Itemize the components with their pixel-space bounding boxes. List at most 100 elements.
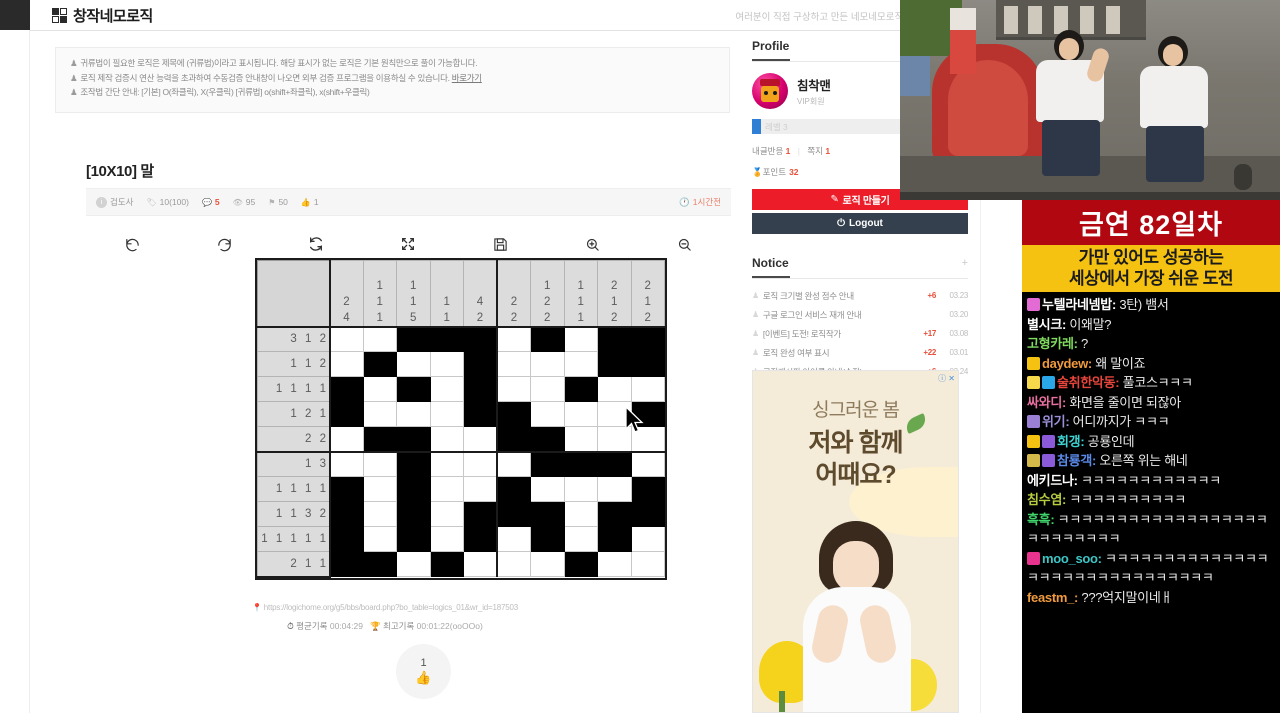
nonogram-board[interactable]: 241111151142221221112122123 1 21 1 21 1 …: [255, 258, 667, 585]
logout-button[interactable]: ⏻ Logout: [752, 213, 968, 234]
nonogram-cell[interactable]: [396, 351, 431, 377]
puzzle-url[interactable]: 📍 https://logichome.org/g5/bbs/board.php…: [30, 603, 740, 612]
nonogram-cell[interactable]: [429, 526, 464, 552]
nonogram-cell[interactable]: [362, 401, 397, 427]
nonogram-cell[interactable]: [463, 351, 498, 377]
nonogram-cell[interactable]: [329, 451, 364, 477]
zoom-in-button[interactable]: [547, 229, 639, 259]
nonogram-cell[interactable]: [530, 426, 565, 453]
meta-author[interactable]: i 겁도사: [96, 196, 133, 208]
nonogram-cell[interactable]: [496, 376, 531, 402]
nonogram-cell[interactable]: [630, 451, 665, 477]
nonogram-cell[interactable]: [563, 526, 598, 552]
nonogram-cell[interactable]: [530, 326, 565, 352]
save-button[interactable]: [455, 229, 547, 259]
nonogram-cell[interactable]: [597, 351, 632, 377]
like-button[interactable]: 1 👍: [396, 644, 451, 699]
avatar[interactable]: [752, 73, 788, 109]
chat-message-nickname[interactable]: feastm_:: [1027, 590, 1081, 605]
nonogram-cell[interactable]: [329, 401, 364, 427]
chat-message-nickname[interactable]: 별시크:: [1027, 317, 1069, 332]
nonogram-cell[interactable]: [496, 326, 531, 352]
nonogram-cell[interactable]: [496, 451, 531, 477]
notice-list-item[interactable]: ♟ 로직 크기별 완성 점수 안내 +6 03.23: [752, 286, 968, 305]
nonogram-cell[interactable]: [496, 351, 531, 377]
ad-controls[interactable]: ⓘ ✕: [938, 373, 955, 384]
notice-list-item[interactable]: ♟ 구글 로그인 서비스 재개 안내 03.20: [752, 305, 968, 324]
nonogram-table[interactable]: 241111151142221221112122123 1 21 1 21 1 …: [257, 260, 665, 578]
nonogram-cell[interactable]: [630, 526, 665, 552]
chat-message-nickname[interactable]: 누텔라네넴밥:: [1042, 297, 1119, 312]
nonogram-cell[interactable]: [563, 451, 598, 477]
nonogram-cell[interactable]: [563, 351, 598, 377]
chat-panel[interactable]: 금연 82일차 가만 있어도 성공하는 세상에서 가장 쉬운 도전 누텔라네넴밥…: [1022, 200, 1280, 713]
nonogram-cell[interactable]: [396, 376, 431, 402]
undo-button[interactable]: [86, 229, 178, 259]
nonogram-cell[interactable]: [630, 376, 665, 402]
nonogram-cell[interactable]: [496, 526, 531, 552]
nonogram-cell[interactable]: [429, 376, 464, 402]
fullscreen-button[interactable]: [362, 229, 454, 259]
nonogram-cell[interactable]: [530, 451, 565, 477]
nonogram-cell[interactable]: [463, 451, 498, 477]
nonogram-cell[interactable]: [530, 376, 565, 402]
nonogram-cell[interactable]: [396, 526, 431, 552]
stream-video[interactable]: [900, 0, 1280, 200]
nonogram-cell[interactable]: [530, 351, 565, 377]
nonogram-cell[interactable]: [362, 526, 397, 552]
nonogram-cell[interactable]: [429, 401, 464, 427]
nonogram-cell[interactable]: [396, 326, 431, 352]
chat-message-nickname[interactable]: 침수염:: [1027, 492, 1069, 507]
nonogram-cell[interactable]: [362, 351, 397, 377]
nonogram-cell[interactable]: [329, 501, 364, 527]
nonogram-cell[interactable]: [496, 501, 531, 527]
nonogram-cell[interactable]: [329, 351, 364, 377]
nonogram-cell[interactable]: [563, 476, 598, 502]
nonogram-cell[interactable]: [329, 376, 364, 402]
chat-message-nickname[interactable]: 싸와디:: [1027, 395, 1069, 410]
notice-list-item[interactable]: ♟ [이벤트] 도전! 로직작가 +17 03.08: [752, 324, 968, 343]
nonogram-cell[interactable]: [463, 426, 498, 453]
nonogram-cell[interactable]: [362, 426, 397, 453]
nonogram-cell[interactable]: [362, 551, 397, 577]
nonogram-cell[interactable]: [362, 476, 397, 502]
nonogram-cell[interactable]: [563, 326, 598, 352]
nonogram-cell[interactable]: [496, 476, 531, 502]
nonogram-cell[interactable]: [530, 526, 565, 552]
nonogram-cell[interactable]: [630, 326, 665, 352]
chat-message-nickname[interactable]: 위기:: [1042, 414, 1073, 429]
nonogram-cell[interactable]: [429, 426, 464, 453]
nonogram-cell[interactable]: [429, 351, 464, 377]
nonogram-cell[interactable]: [396, 451, 431, 477]
nonogram-cell[interactable]: [597, 326, 632, 352]
nonogram-cell[interactable]: [597, 551, 632, 577]
nonogram-cell[interactable]: [496, 426, 531, 453]
nonogram-cell[interactable]: [429, 551, 464, 577]
nonogram-cell[interactable]: [530, 401, 565, 427]
chat-message-nickname[interactable]: daydew:: [1042, 356, 1095, 371]
reset-button[interactable]: [270, 229, 362, 259]
nonogram-cell[interactable]: [530, 551, 565, 577]
nonogram-cell[interactable]: [362, 451, 397, 477]
nonogram-cell[interactable]: [429, 451, 464, 477]
chat-message-nickname[interactable]: 고형카레:: [1027, 336, 1081, 351]
zoom-out-button[interactable]: [639, 229, 731, 259]
nonogram-cell[interactable]: [362, 376, 397, 402]
nonogram-cell[interactable]: [463, 326, 498, 352]
nonogram-cell[interactable]: [630, 351, 665, 377]
nonogram-cell[interactable]: [563, 376, 598, 402]
nonogram-cell[interactable]: [429, 326, 464, 352]
stat-message-label[interactable]: 쪽지: [807, 146, 823, 156]
redo-button[interactable]: [178, 229, 270, 259]
nonogram-cell[interactable]: [396, 551, 431, 577]
nonogram-cell[interactable]: [630, 551, 665, 577]
nonogram-cell[interactable]: [463, 551, 498, 577]
close-icon[interactable]: ✕: [948, 374, 955, 383]
nonogram-cell[interactable]: [329, 426, 364, 453]
nonogram-cell[interactable]: [563, 401, 598, 427]
nonogram-cell[interactable]: [496, 401, 531, 427]
nonogram-cell[interactable]: [597, 451, 632, 477]
nonogram-cell[interactable]: [597, 376, 632, 402]
nonogram-cell[interactable]: [630, 501, 665, 527]
nonogram-cell[interactable]: [396, 501, 431, 527]
